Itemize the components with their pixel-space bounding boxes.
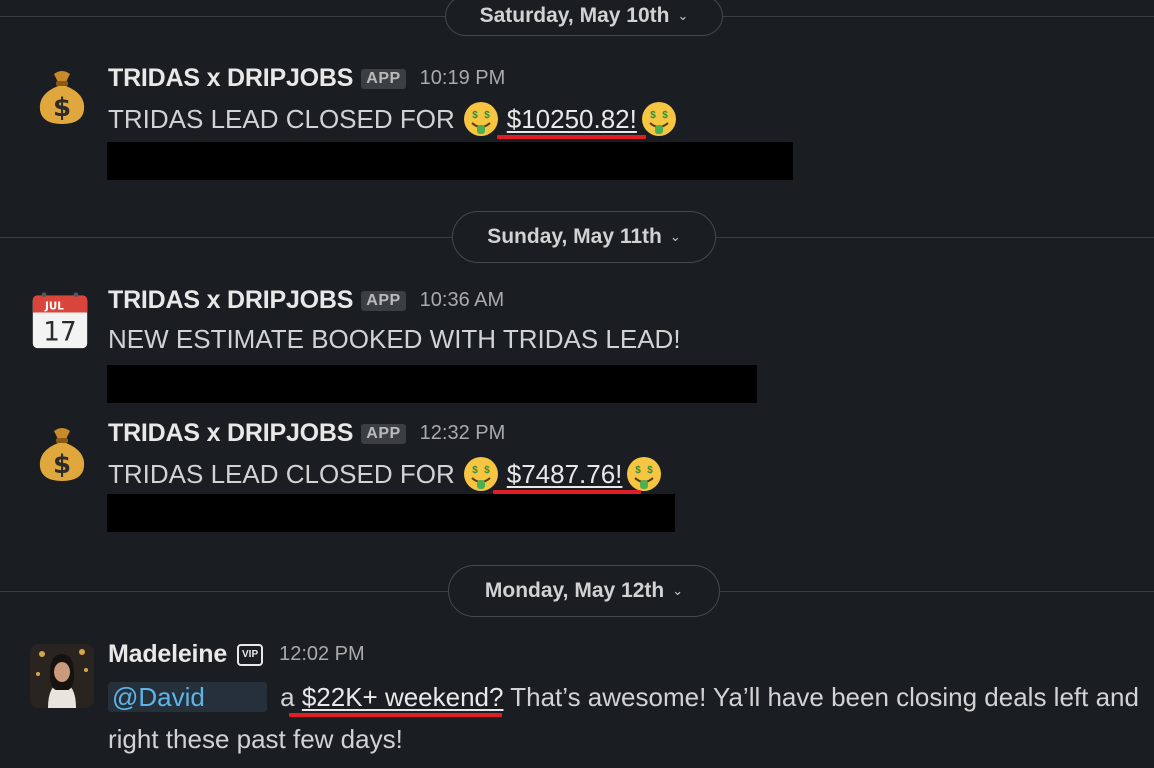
message-header: Madeleine VIP 12:02 PM bbox=[108, 640, 365, 669]
message-body: TRIDAS LEAD CLOSED FOR $ $ $10250.82! $ … bbox=[108, 101, 681, 137]
deal-amount: $10250.82! bbox=[506, 103, 637, 134]
highlighted-text: $22K+ weekend? bbox=[301, 682, 504, 712]
money-bag-icon[interactable]: $ bbox=[32, 66, 92, 126]
svg-text:$: $ bbox=[650, 110, 656, 121]
vip-icon: VIP bbox=[237, 643, 264, 666]
redacted-block bbox=[107, 494, 675, 532]
money-mouth-face-icon: $ $ bbox=[627, 457, 662, 491]
redacted-block bbox=[107, 365, 757, 403]
message-body: NEW ESTIMATE BOOKED WITH TRIDAS LEAD! bbox=[108, 324, 681, 355]
date-label: Monday, May 12th bbox=[484, 579, 665, 602]
svg-text:$: $ bbox=[636, 465, 642, 476]
sender-name[interactable]: TRIDAS x DRIPJOBS bbox=[108, 419, 353, 448]
red-underline-annotation bbox=[289, 713, 502, 717]
user-photo-avatar[interactable] bbox=[30, 644, 94, 708]
message-timestamp[interactable]: 12:02 PM bbox=[279, 643, 365, 666]
calendar-day-text: 17 bbox=[43, 318, 76, 348]
sender-name[interactable]: TRIDAS x DRIPJOBS bbox=[108, 64, 353, 93]
date-pill-monday[interactable]: Monday, May 12th ⌄ bbox=[448, 565, 720, 617]
message-timestamp[interactable]: 10:19 PM bbox=[420, 67, 506, 90]
svg-text:$: $ bbox=[472, 465, 478, 476]
date-label: Saturday, May 10th bbox=[479, 4, 670, 27]
message-header: TRIDAS x DRIPJOBS APP 10:19 PM bbox=[108, 64, 505, 93]
sender-name[interactable]: Madeleine bbox=[108, 640, 227, 669]
message-text: TRIDAS LEAD CLOSED FOR bbox=[108, 458, 455, 489]
sender-name[interactable]: TRIDAS x DRIPJOBS bbox=[108, 286, 353, 315]
date-pill-sunday[interactable]: Sunday, May 11th ⌄ bbox=[452, 211, 716, 263]
message-header: TRIDAS x DRIPJOBS APP 10:36 AM bbox=[108, 286, 504, 315]
user-mention[interactable]: @David bbox=[108, 682, 267, 712]
message-timestamp[interactable]: 12:32 PM bbox=[420, 422, 506, 445]
redacted-block bbox=[107, 142, 793, 180]
date-label: Sunday, May 11th bbox=[487, 225, 662, 248]
calendar-month-text: JUL bbox=[44, 301, 64, 313]
svg-text:$: $ bbox=[662, 110, 668, 121]
app-badge: APP bbox=[361, 68, 406, 89]
message-header: TRIDAS x DRIPJOBS APP 12:32 PM bbox=[108, 419, 505, 448]
svg-text:$: $ bbox=[484, 465, 490, 476]
date-pill-saturday[interactable]: Saturday, May 10th ⌄ bbox=[445, 0, 723, 36]
deal-amount: $7487.76! bbox=[506, 458, 623, 489]
svg-text:$: $ bbox=[472, 110, 478, 121]
svg-text:$: $ bbox=[53, 450, 71, 480]
message-text: TRIDAS LEAD CLOSED FOR bbox=[108, 103, 455, 134]
message-text: a bbox=[280, 682, 295, 712]
money-mouth-face-icon: $ $ bbox=[463, 102, 498, 136]
svg-text:$: $ bbox=[53, 93, 71, 123]
calendar-icon[interactable]: JUL 17 bbox=[30, 290, 90, 350]
chevron-down-icon: ⌄ bbox=[669, 229, 681, 244]
money-bag-icon[interactable]: $ bbox=[32, 423, 92, 483]
svg-text:$: $ bbox=[484, 110, 490, 121]
message-body: TRIDAS LEAD CLOSED FOR $ $ $7487.76! $ $ bbox=[108, 456, 666, 492]
app-badge: APP bbox=[361, 290, 406, 311]
chevron-down-icon: ⌄ bbox=[677, 8, 689, 23]
money-mouth-face-icon: $ $ bbox=[641, 102, 676, 136]
chevron-down-icon: ⌄ bbox=[672, 583, 684, 598]
message-text: NEW ESTIMATE BOOKED WITH TRIDAS LEAD! bbox=[108, 324, 681, 354]
message-timestamp[interactable]: 10:36 AM bbox=[420, 289, 505, 312]
svg-text:$: $ bbox=[648, 465, 654, 476]
red-underline-annotation bbox=[497, 135, 646, 139]
message-body: @David a $22K+ weekend? That’s awesome! … bbox=[108, 676, 1148, 760]
app-badge: APP bbox=[361, 423, 406, 444]
money-mouth-face-icon: $ $ bbox=[463, 457, 498, 491]
